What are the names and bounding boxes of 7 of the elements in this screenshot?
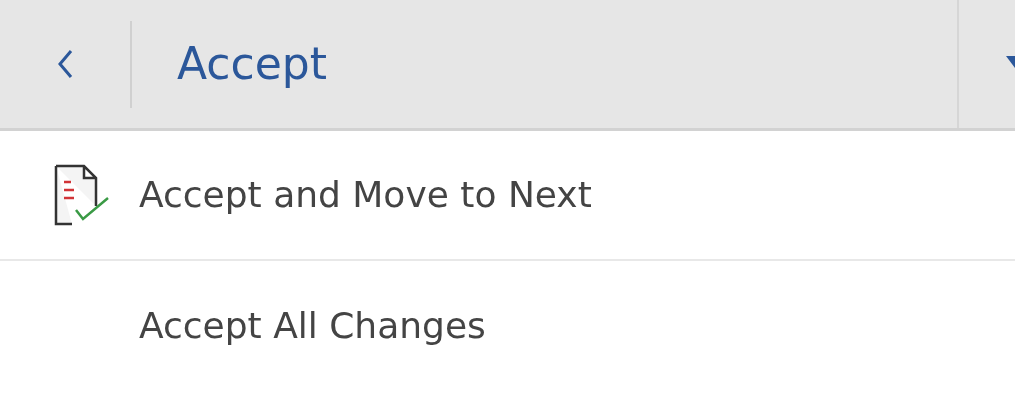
menu-item[interactable]: Accept and Move to Next xyxy=(0,131,1015,261)
dropdown-icon[interactable] xyxy=(1006,56,1015,68)
back-icon xyxy=(57,49,73,79)
header-title: Accept xyxy=(177,42,328,86)
menu-item[interactable]: Accept All Changes xyxy=(0,261,1015,391)
menu-item-label: Accept All Changes xyxy=(139,304,486,348)
menu-item-label: Accept and Move to Next xyxy=(139,173,592,217)
